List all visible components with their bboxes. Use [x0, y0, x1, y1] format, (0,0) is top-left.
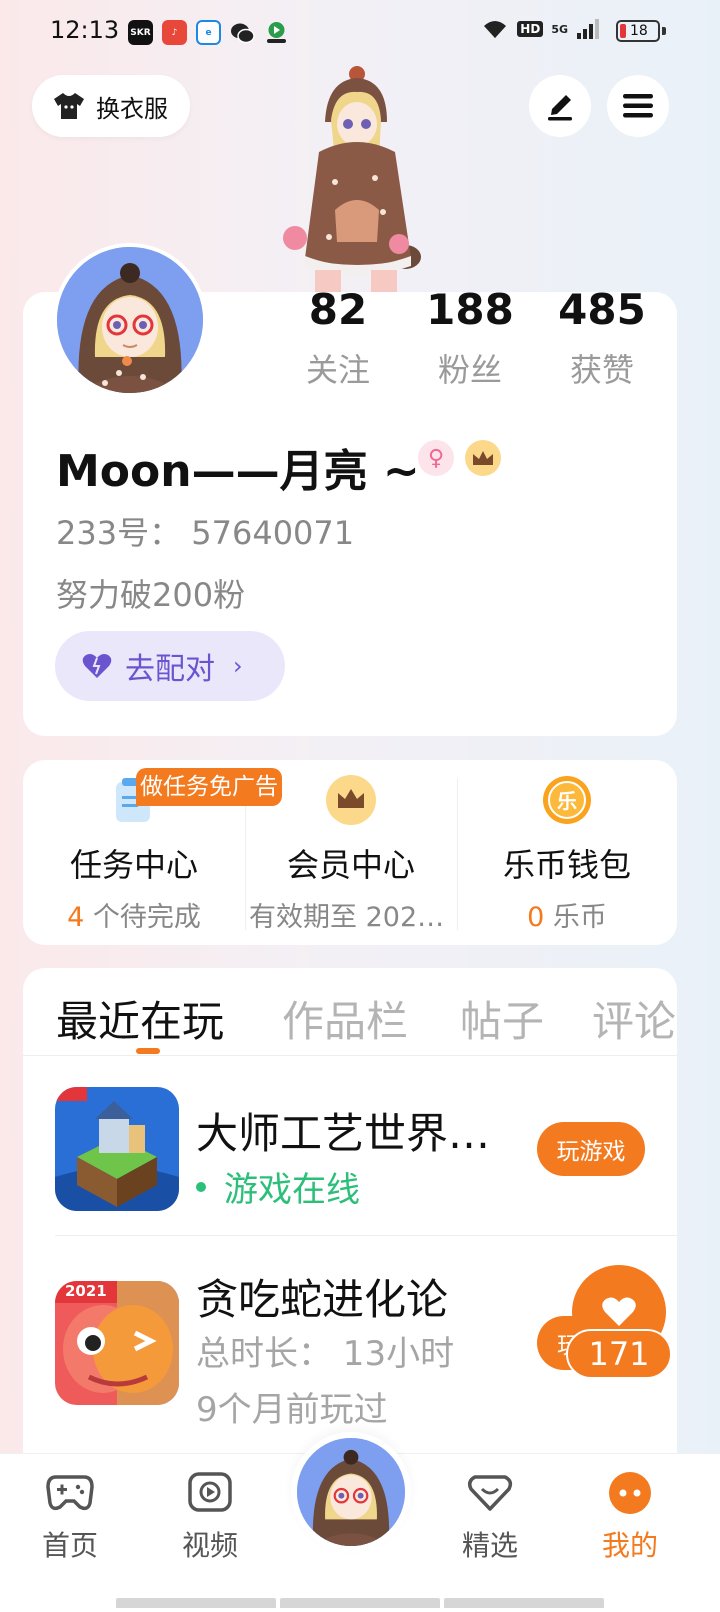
home-indicator	[116, 1598, 604, 1608]
nav-home[interactable]: 首页	[20, 1468, 120, 1564]
tshirt-icon	[54, 93, 84, 119]
game-title[interactable]: 贪吃蛇进化论	[196, 1266, 448, 1327]
status-indicators: HD 5G	[481, 18, 600, 40]
services-card: 任务中心 4 个待完成 会员中心 有效期至 2024-05-18 乐 乐币钱包 …	[23, 760, 677, 945]
row-divider	[55, 1235, 677, 1236]
task-center-title: 任务中心	[69, 846, 198, 884]
stat-followers[interactable]: 188 粉丝	[410, 287, 530, 391]
tab-indicator	[136, 1048, 160, 1054]
user-bio: 努力破200粉	[56, 576, 246, 614]
game-app-icon	[264, 20, 289, 45]
tab-comments[interactable]: 评论	[592, 988, 677, 1049]
coin-wallet-sub: 0 乐币	[527, 902, 607, 933]
video-icon	[185, 1468, 235, 1518]
wechat-app-icon	[230, 20, 255, 45]
status-bar: 12:13 SKR ♪ e HD 5G 18	[0, 0, 720, 66]
vip-center-title: 会员中心	[286, 846, 415, 884]
status-time: 12:13	[50, 16, 120, 44]
menu-button[interactable]	[607, 75, 669, 137]
nav-video[interactable]: 视频	[160, 1468, 260, 1564]
game-icon-master-craft[interactable]	[55, 1087, 179, 1211]
stat-likes-value: 485	[558, 285, 646, 334]
heart-icon	[602, 1297, 636, 1326]
online-dot	[196, 1181, 206, 1192]
change-outfit-button[interactable]: 换衣服	[32, 75, 190, 137]
nav-home-label: 首页	[41, 1529, 98, 1562]
nav-me-label: 我的	[601, 1529, 658, 1562]
nav-featured[interactable]: 精选	[440, 1468, 540, 1564]
crown-icon[interactable]	[465, 440, 501, 476]
pen-icon	[548, 95, 572, 121]
nav-avatar-center[interactable]	[291, 1432, 411, 1552]
coin-wallet[interactable]: 乐 乐币钱包 0 乐币	[457, 760, 677, 945]
play-game-button[interactable]: 玩游戏	[537, 1122, 645, 1176]
stat-followers-value: 188	[426, 285, 514, 334]
menu-icon	[623, 94, 653, 118]
coin-icon: 乐	[541, 774, 593, 826]
music-app-icon: ♪	[162, 20, 187, 45]
avatar-character[interactable]	[275, 62, 425, 294]
battery-icon: 18	[616, 20, 660, 42]
tab-divider	[23, 1055, 677, 1056]
game-online-status: 游戏在线	[196, 1162, 360, 1211]
smile-icon	[605, 1468, 655, 1518]
battery-nub	[662, 27, 666, 35]
female-icon: ♀	[418, 440, 454, 476]
like-count: 171	[566, 1329, 672, 1379]
coin-wallet-title: 乐币钱包	[502, 846, 631, 884]
stat-following-value: 82	[308, 285, 368, 334]
tab-works[interactable]: 作品栏	[282, 988, 408, 1049]
stat-following[interactable]: 82 关注	[278, 287, 398, 391]
nav-video-label: 视频	[181, 1529, 238, 1562]
status-app-icons: SKR ♪ e	[128, 20, 289, 45]
game-last-played: 9个月前玩过	[196, 1390, 388, 1430]
network-type: 5G	[551, 22, 568, 36]
change-outfit-label: 换衣服	[96, 94, 168, 123]
game-play-duration: 总时长： 13小时	[196, 1334, 455, 1374]
user-id: 233号： 57640071	[56, 514, 355, 552]
wifi-icon	[484, 21, 507, 38]
tab-posts[interactable]: 帖子	[460, 988, 544, 1049]
nav-featured-label: 精选	[461, 1529, 518, 1562]
username: Moon——月亮 ~	[56, 446, 420, 497]
stat-likes[interactable]: 485 获赞	[542, 287, 662, 391]
vip-center-sub: 有效期至 2024-05-18	[249, 902, 457, 933]
vip-crown-icon	[325, 774, 377, 826]
avatar	[297, 1438, 405, 1546]
nav-me[interactable]: 我的	[580, 1468, 680, 1564]
stat-following-label: 关注	[305, 351, 370, 389]
skr-app-icon: SKR	[128, 20, 153, 45]
stat-followers-label: 粉丝	[437, 351, 502, 389]
task-center-sub: 4 个待完成	[67, 902, 201, 933]
game-title[interactable]: 大师工艺世界…	[196, 1100, 490, 1161]
tab-recent-played[interactable]: 最近在玩	[56, 988, 224, 1049]
task-promo-tag[interactable]: 做任务免广告	[136, 768, 282, 806]
edit-profile-button[interactable]	[529, 75, 591, 137]
hd-badge: HD	[517, 21, 544, 37]
avatar[interactable]	[53, 243, 207, 397]
chevron-right-icon: ›	[233, 652, 243, 680]
match-label: 去配对	[125, 652, 215, 687]
gamepad-icon	[45, 1468, 95, 1518]
game-icon-year: 2021	[65, 1282, 107, 1300]
browser-app-icon: e	[196, 20, 221, 45]
heart-diamond-icon	[465, 1468, 515, 1518]
svg-text:乐: 乐	[557, 789, 577, 813]
heart-icon	[82, 654, 112, 678]
game-icon-snake-evolution[interactable]: 2021	[55, 1281, 179, 1405]
match-button[interactable]: 去配对 ›	[55, 631, 285, 701]
stat-likes-label: 获赞	[569, 351, 634, 389]
signal-icon	[577, 19, 599, 39]
